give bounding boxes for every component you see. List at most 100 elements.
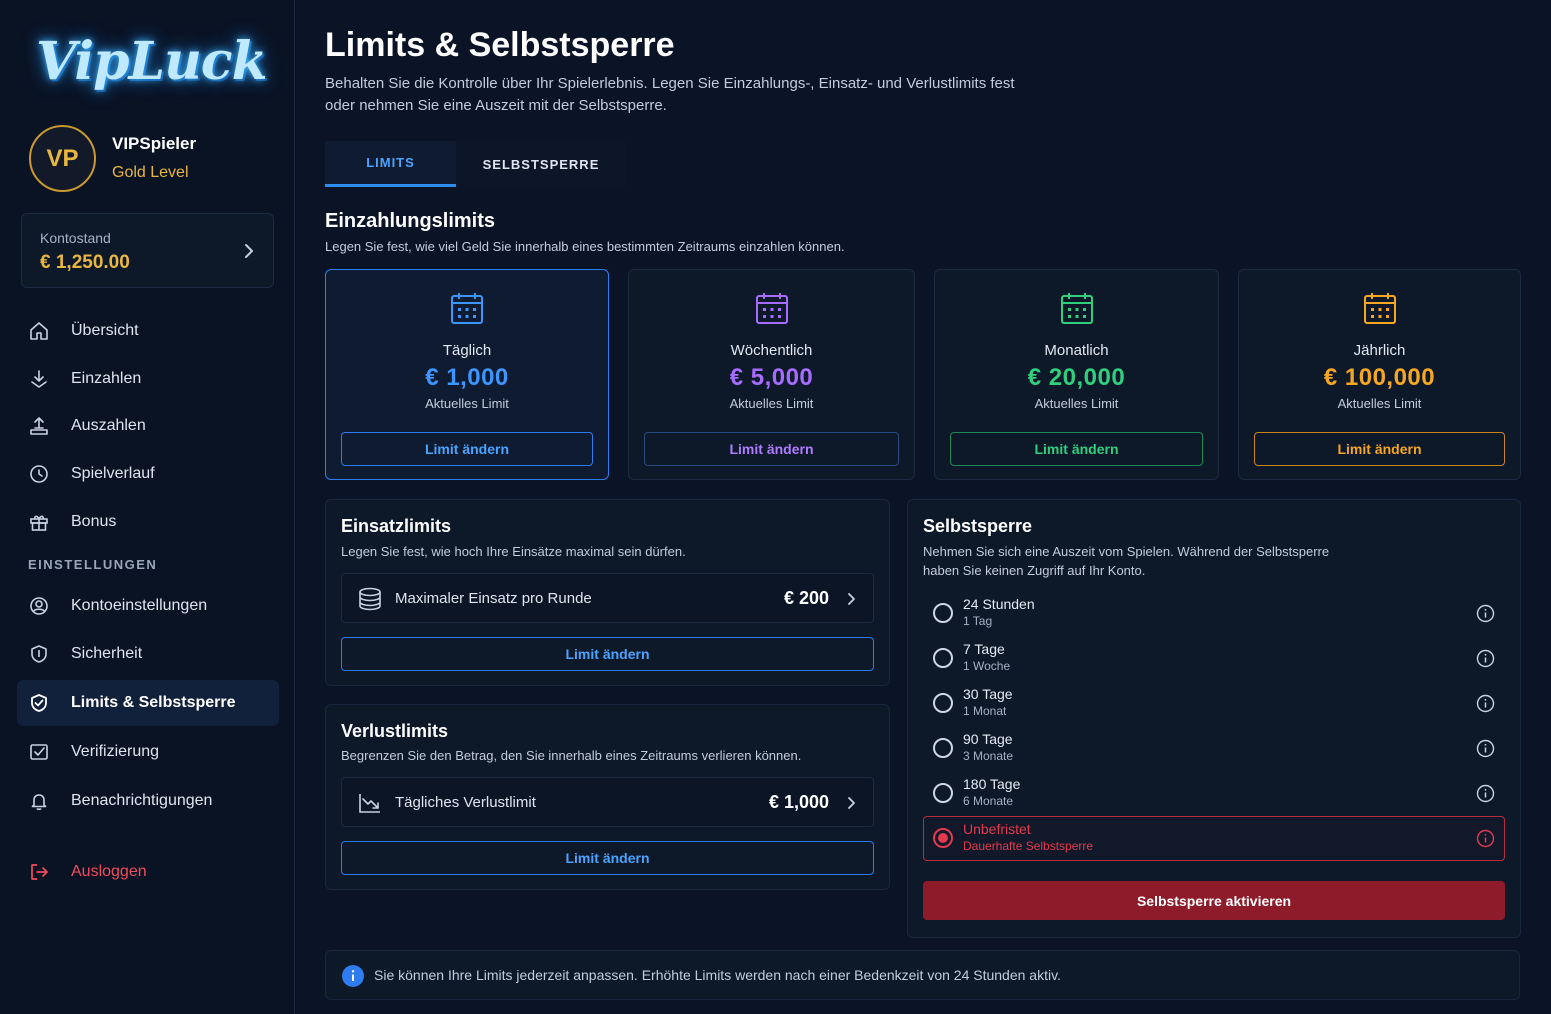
info-icon[interactable] (1476, 784, 1495, 803)
balance-label: Kontostand (40, 230, 111, 246)
change-limit-button-yearly[interactable]: Limit ändern (1254, 432, 1505, 466)
card-label: Täglich (442, 342, 492, 359)
selfexclusion-option[interactable]: 30 Tage 1 Monat (923, 681, 1505, 726)
radio-button[interactable] (933, 603, 953, 623)
change-limit-button-weekly[interactable]: Limit ändern (644, 432, 899, 466)
selfexclusion-description: Nehmen Sie sich eine Auszeit vom Spielen… (923, 544, 1330, 578)
nav-item-limits[interactable]: Limits & Selbstsperre (17, 680, 279, 726)
selfexclusion-panel: Selbstsperre Nehmen Sie sich eine Auszei… (907, 499, 1521, 938)
change-limit-button-monthly[interactable]: Limit ändern (950, 432, 1203, 466)
nav-item-overview[interactable]: Übersicht (17, 308, 279, 354)
radio-button[interactable] (933, 693, 953, 713)
nav-label: Bonus (71, 513, 117, 530)
tab-bar: LIMITS SELBSTSPERRE (325, 141, 626, 188)
nav-item-withdraw[interactable]: Auszahlen (17, 403, 279, 449)
nav-label: Sicherheit (71, 645, 143, 662)
stake-limits-description: Legen Sie fest, wie hoch Ihre Einsätze m… (341, 544, 686, 559)
deposit-card-daily[interactable]: Täglich € 1,000 Aktuelles Limit Limit än… (325, 269, 609, 480)
nav-item-security[interactable]: Sicherheit (17, 631, 279, 677)
info-icon[interactable] (1476, 829, 1495, 848)
chevron-right-icon (241, 240, 257, 262)
nav-item-history[interactable]: Spielverlauf (17, 451, 279, 497)
nav-item-bonus[interactable]: Bonus (17, 499, 279, 545)
withdraw-icon (28, 415, 50, 437)
nav-label: Einzahlen (71, 370, 142, 387)
nav-label: Auszahlen (71, 417, 146, 434)
change-limit-button-daily[interactable]: Limit ändern (341, 432, 593, 466)
nav-item-verification[interactable]: Verifizierung (17, 729, 279, 775)
notice-text: Sie können Ihre Limits jederzeit anpasse… (374, 967, 1061, 983)
daily-loss-row[interactable]: Tägliches Verlustlimit € 1,000 (341, 777, 874, 827)
radio-button[interactable] (933, 828, 953, 848)
nav-label: Kontoeinstellungen (71, 597, 208, 614)
nav-label: Verifizierung (71, 743, 160, 760)
trending-down-icon (357, 790, 383, 816)
deposit-card-weekly[interactable]: Wöchentlich € 5,000 Aktuelles Limit Limi… (628, 269, 915, 480)
selfexclusion-option-selected[interactable]: Unbefristet Dauerhafte Selbstsperre (923, 816, 1505, 861)
calendar-icon (1362, 290, 1398, 326)
daily-loss-label: Tägliches Verlustlimit (395, 794, 536, 811)
card-sub: Aktuelles Limit (1337, 396, 1422, 411)
deposit-limits-title: Einzahlungslimits (325, 210, 496, 232)
calendar-icon (1059, 290, 1095, 326)
history-icon (28, 463, 50, 485)
selfexclusion-option[interactable]: 90 Tage 3 Monate (923, 726, 1505, 771)
bell-icon (28, 790, 50, 812)
option-sub: Dauerhafte Selbstsperre (963, 839, 1094, 853)
info-icon[interactable] (1476, 649, 1495, 668)
info-icon[interactable] (1476, 739, 1495, 758)
max-stake-value: € 200 (783, 588, 829, 608)
nav-item-account-settings[interactable]: Kontoeinstellungen (17, 583, 279, 629)
page-description: Behalten Sie die Kontrolle über Ihr Spie… (325, 75, 1015, 114)
info-icon[interactable] (1476, 694, 1495, 713)
daily-loss-value: € 1,000 (768, 792, 829, 812)
tab-selfexclusion[interactable]: SELBSTSPERRE (456, 141, 626, 187)
selfexclusion-option[interactable]: 7 Tage 1 Woche (923, 636, 1505, 681)
info-icon[interactable] (1476, 604, 1495, 623)
verify-icon (28, 741, 50, 763)
shield-check-icon (28, 692, 50, 714)
selfexclusion-title: Selbstsperre (923, 516, 1033, 536)
nav-item-deposit[interactable]: Einzahlen (17, 356, 279, 402)
option-title: Unbefristet (963, 821, 1031, 837)
radio-button[interactable] (933, 738, 953, 758)
coins-icon (357, 586, 383, 612)
max-stake-row[interactable]: Maximaler Einsatz pro Runde € 200 (341, 573, 874, 623)
card-sub: Aktuelles Limit (729, 396, 814, 411)
shield-icon (28, 643, 50, 665)
loss-limits-panel: Verlustlimits Begrenzen Sie den Betrag, … (325, 704, 890, 890)
card-value: € 100,000 (1323, 364, 1436, 391)
chevron-right-icon (845, 590, 859, 608)
avatar[interactable]: VP (29, 125, 96, 192)
deposit-card-yearly[interactable]: Jährlich € 100,000 Aktuelles Limit Limit… (1238, 269, 1521, 480)
user-level: Gold Level (112, 164, 189, 181)
selfexclusion-option[interactable]: 180 Tage 6 Monate (923, 771, 1505, 816)
change-stake-limit-button[interactable]: Limit ändern (341, 637, 874, 671)
gift-icon (28, 511, 50, 533)
selfexclusion-option[interactable]: 24 Stunden 1 Tag (923, 591, 1505, 636)
radio-button[interactable] (933, 783, 953, 803)
loss-limits-title: Verlustlimits (341, 721, 449, 741)
tab-limits[interactable]: LIMITS (325, 141, 456, 187)
stake-limits-panel: Einsatzlimits Legen Sie fest, wie hoch I… (325, 499, 890, 686)
balance-value: € 1,250.00 (40, 252, 130, 273)
max-stake-label: Maximaler Einsatz pro Runde (395, 590, 592, 607)
radio-button[interactable] (933, 648, 953, 668)
home-icon (28, 320, 50, 342)
brand-logo[interactable]: VipLuck (36, 22, 268, 102)
card-value: € 1,000 (425, 364, 509, 391)
balance-card[interactable]: Kontostand € 1,250.00 (21, 213, 274, 288)
info-notice: Sie können Ihre Limits jederzeit anpasse… (325, 950, 1520, 1000)
nav-item-notifications[interactable]: Benachrichtigungen (17, 778, 279, 824)
logout-icon (28, 861, 50, 883)
activate-selfexclusion-button[interactable]: Selbstsperre aktivieren (923, 881, 1505, 920)
change-loss-limit-button[interactable]: Limit ändern (341, 841, 874, 875)
nav-item-logout[interactable]: Ausloggen (17, 849, 279, 895)
deposit-card-monthly[interactable]: Monatlich € 20,000 Aktuelles Limit Limit… (934, 269, 1219, 480)
option-title: 180 Tage (963, 776, 1021, 792)
nav-label: Limits & Selbstsperre (71, 694, 236, 711)
card-value: € 20,000 (1027, 364, 1126, 391)
nav-label: Übersicht (71, 322, 139, 339)
nav-label: Ausloggen (71, 863, 147, 880)
stake-limits-title: Einsatzlimits (341, 516, 452, 536)
